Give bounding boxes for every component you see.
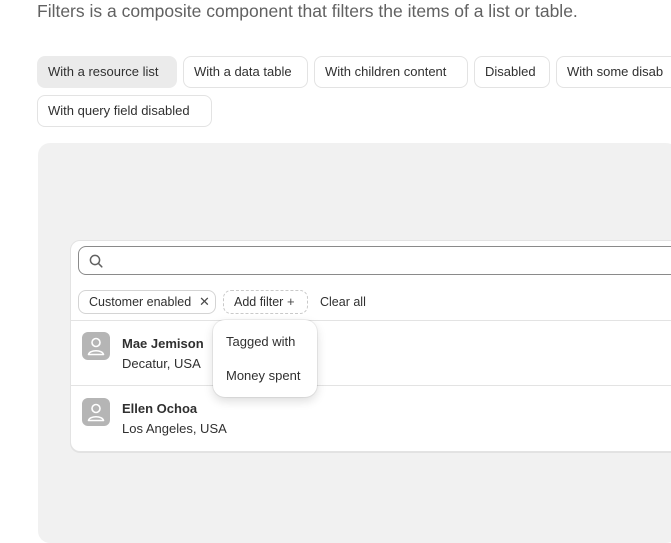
customer-location: Decatur, USA [122,356,201,371]
add-filter-label: Add filter [234,295,284,309]
filter-option-tagged-with[interactable]: Tagged with [226,334,295,349]
add-filter-button[interactable]: Add filter + [223,290,308,314]
tab-with-resource-list[interactable]: With a resource list [37,56,177,88]
applied-filter-label: Customer enabled [89,295,192,309]
list-item[interactable]: Ellen Ochoa Los Angeles, USA [71,386,671,450]
applied-filter-customer-enabled[interactable]: Customer enabled ✕ [78,290,216,314]
tab-disabled[interactable]: Disabled [474,56,550,88]
list-item[interactable]: Mae Jemison Decatur, USA [71,321,671,385]
plus-icon: + [287,294,295,309]
tab-with-data-table[interactable]: With a data table [183,56,308,88]
search-icon [88,253,104,269]
close-icon[interactable]: ✕ [199,291,210,313]
tab-with-children-content[interactable]: With children content [314,56,468,88]
tab-with-some-disabled[interactable]: With some disab [556,56,671,88]
customer-location: Los Angeles, USA [122,421,227,436]
person-icon [82,332,110,360]
filter-option-money-spent[interactable]: Money spent [226,368,300,383]
customer-name: Ellen Ochoa [122,401,198,416]
add-filter-popover: Tagged with Money spent [213,320,317,397]
component-description: Filters is a composite component that fi… [37,1,578,21]
person-icon [82,398,110,426]
clear-all-button[interactable]: Clear all [320,295,366,309]
search-input[interactable] [111,250,671,273]
customer-name: Mae Jemison [122,336,204,351]
tab-with-query-field-disabled[interactable]: With query field disabled [37,95,212,127]
search-field[interactable] [78,246,671,275]
